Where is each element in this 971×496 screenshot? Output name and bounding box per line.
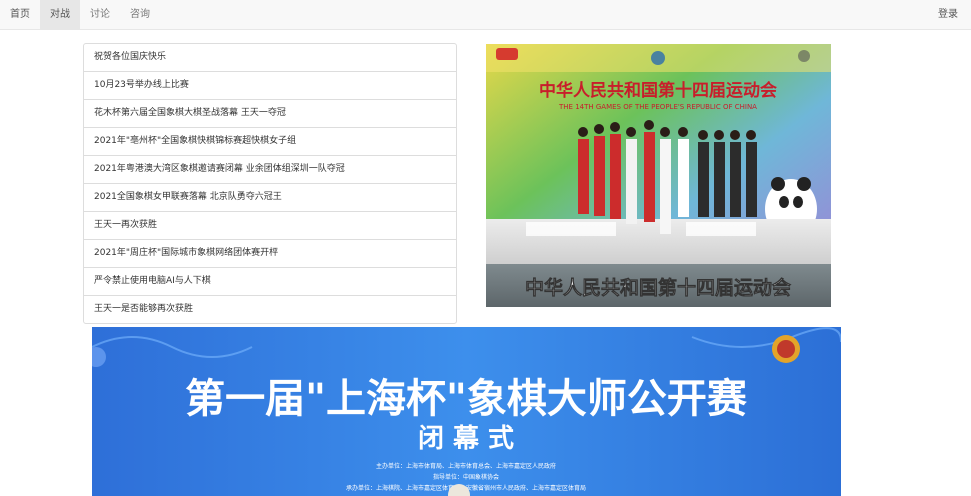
news-item[interactable]: 王天一是否能够再次获胜 — [84, 296, 456, 323]
nav-home[interactable]: 首页 — [0, 0, 40, 29]
login-link[interactable]: 登录 — [938, 0, 958, 29]
news-item[interactable]: 10月23号举办线上比赛 — [84, 72, 456, 100]
logo-icon — [496, 48, 518, 60]
top-navbar: 首页 对战 讨论 咨询 登录 — [0, 0, 971, 30]
news-item[interactable]: 祝贺各位国庆快乐 — [84, 44, 456, 72]
news-item[interactable]: 2021全国象棋女甲联赛落幕 北京队勇夺六冠王 — [84, 184, 456, 212]
organizer-line: 主办单位：上海市体育局、上海市体育总会、上海市嘉定区人民政府 — [376, 462, 556, 470]
nav-consult[interactable]: 咨询 — [120, 0, 160, 29]
shanghai-cup-image: 第一届"上海杯"象棋大师公开赛 闭 幕 式 主办单位：上海市体育局、上海市体育总… — [92, 327, 841, 496]
news-item[interactable]: 严令禁止使用电脑AI与人下棋 — [84, 268, 456, 296]
games-ceremony-image: 中华人民共和国第十四届运动会 THE 14TH GAMES OF THE PEO… — [486, 44, 831, 307]
banner-subtitle: THE 14TH GAMES OF THE PEOPLE'S REPUBLIC … — [558, 103, 757, 111]
news-item[interactable]: 2021年"周庄杯"国际城市象棋网络团体赛开枰 — [84, 240, 456, 268]
main-nav: 首页 对战 讨论 咨询 — [0, 0, 160, 29]
games-ceremony-photo[interactable]: 中华人民共和国第十四届运动会 THE 14TH GAMES OF THE PEO… — [486, 44, 831, 307]
news-item[interactable]: 2021年粤港澳大湾区象棋邀请赛闭幕 业余团体组深圳一队夺冠 — [84, 156, 456, 184]
banner-subtitle: 闭 幕 式 — [418, 424, 514, 454]
nav-battle[interactable]: 对战 — [40, 0, 80, 29]
shanghai-cup-photo[interactable]: 第一届"上海杯"象棋大师公开赛 闭 幕 式 主办单位：上海市体育局、上海市体育总… — [92, 327, 841, 496]
sponsor-logo-icon — [798, 50, 810, 62]
banner-title: 中华人民共和国第十四届运动会 — [539, 80, 777, 101]
nav-discussion[interactable]: 讨论 — [80, 0, 120, 29]
banner-title: 第一届"上海杯"象棋大师公开赛 — [185, 376, 748, 422]
news-item[interactable]: 王天一再次获胜 — [84, 212, 456, 240]
news-item[interactable]: 花木杯第六届全国象棋大棋圣战落幕 王天一夺冠 — [84, 100, 456, 128]
photo-caption: 中华人民共和国第十四届运动会 — [525, 276, 791, 299]
emblem-icon — [651, 51, 665, 65]
news-list: 祝贺各位国庆快乐 10月23号举办线上比赛 花木杯第六届全国象棋大棋圣战落幕 王… — [83, 43, 457, 324]
news-item[interactable]: 2021年"亳州杯"全国象棋快棋锦标赛超快棋女子组 — [84, 128, 456, 156]
guide-line: 指导单位：中国象棋协会 — [433, 473, 499, 481]
